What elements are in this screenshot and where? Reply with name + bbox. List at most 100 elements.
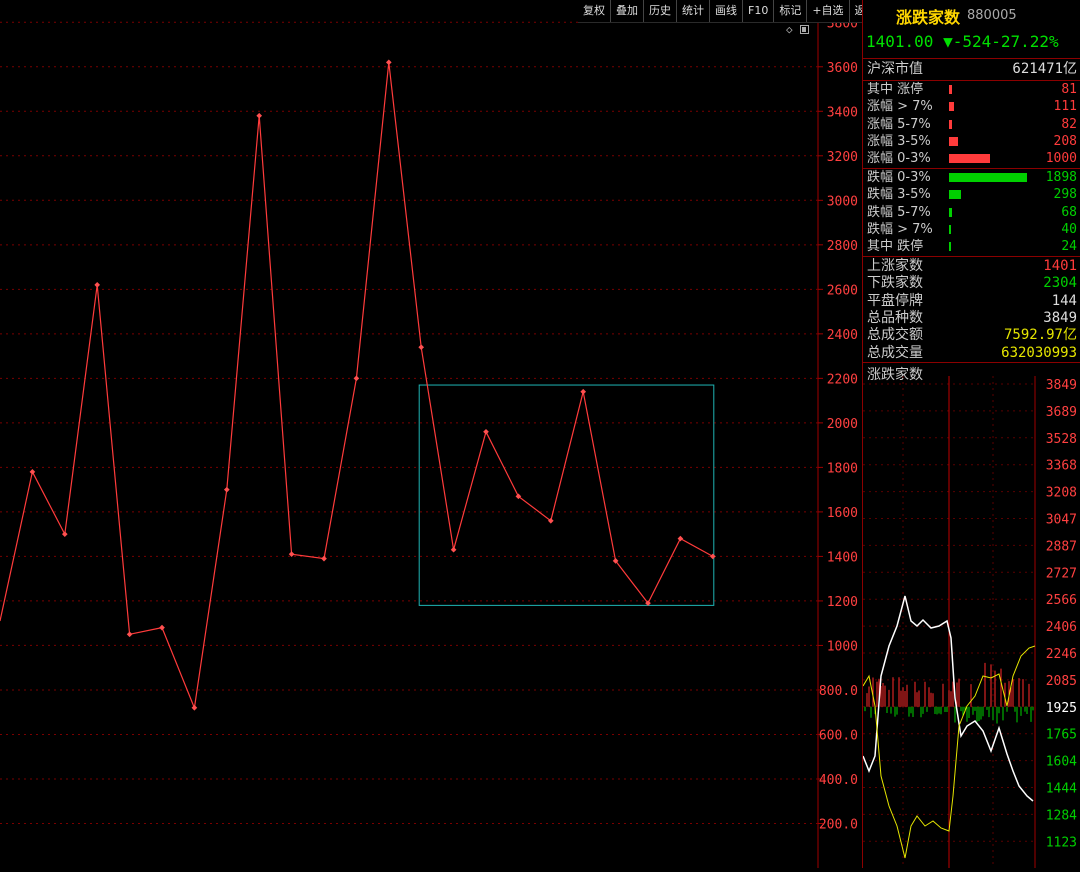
data-point[interactable] <box>677 535 684 542</box>
mini-axis-label: 3208 <box>1046 486 1077 501</box>
toolbar-button-7[interactable]: +自选 <box>806 0 848 22</box>
mini-axis-label: 1284 <box>1046 808 1077 823</box>
down_rows-bar <box>949 173 1027 182</box>
stats-value: 632030993 <box>1001 344 1077 361</box>
up_rows-value: 208 <box>1053 133 1077 149</box>
price-value: 1401.00 <box>866 32 934 51</box>
mini-axis-label: 1123 <box>1046 835 1077 850</box>
main-chart-area[interactable]: 3800 3600 3400 3200 3000 2800 2600 2400 2200 2000… <box>0 0 862 868</box>
mini-axis-label: 1604 <box>1046 755 1077 770</box>
up_rows-bar <box>949 154 990 164</box>
mini-axis-label: 1444 <box>1046 782 1077 797</box>
mini-axis-label: 1925 <box>1046 701 1077 716</box>
down_rows-value: 68 <box>1061 204 1077 220</box>
up_rows-bar <box>949 136 958 146</box>
stats-value: 1401 <box>1043 258 1077 274</box>
diamond-icon[interactable]: ◇ <box>786 23 793 36</box>
up_rows-value: 1000 <box>1045 151 1077 167</box>
data-point[interactable] <box>94 282 101 288</box>
data-point[interactable] <box>483 428 489 435</box>
data-point[interactable] <box>353 375 360 382</box>
stats-label: 总成交量 <box>867 344 923 361</box>
toolbar-button-5[interactable]: F10 <box>742 0 773 22</box>
mini-axis-label: 1765 <box>1046 728 1077 743</box>
down_rows-row: 跌幅 0-3% 1898 <box>863 169 1080 186</box>
mini-axis-label: 2727 <box>1046 566 1077 581</box>
data-point[interactable] <box>385 59 392 66</box>
change-pct-value: -27.22% <box>991 32 1059 51</box>
down_rows-value: 24 <box>1061 239 1077 255</box>
up_rows-row: 涨幅 3-5% 208 <box>863 133 1080 150</box>
data-point[interactable] <box>126 631 133 638</box>
data-point[interactable] <box>450 546 457 553</box>
mini-axis-label: 2085 <box>1046 674 1077 689</box>
up_rows-bar <box>949 102 954 112</box>
toolbar-button-3[interactable]: 统计 <box>676 0 709 22</box>
data-point[interactable] <box>223 486 230 493</box>
y-tick-label: 400.0 <box>819 773 858 788</box>
mini-axis-label: 2406 <box>1046 620 1077 635</box>
down_rows-row: 跌幅 5-7% 68 <box>863 204 1080 221</box>
toolbar-button-2[interactable]: 历史 <box>643 0 676 22</box>
up_rows-row: 涨幅 0-3% 1000 <box>863 150 1080 167</box>
panel-header: 涨跌家数 880005 1401.00 ▼-524-27.22% <box>863 0 1080 58</box>
up_rows-bar <box>949 119 952 129</box>
panel-title: 涨跌家数 <box>896 8 961 27</box>
y-tick-label: 2200 <box>827 372 858 387</box>
mini-axis-label: 3047 <box>1046 513 1077 528</box>
down_rows-row: 跌幅 3-5% 298 <box>863 186 1080 203</box>
y-tick-label: 3000 <box>827 194 858 209</box>
y-tick-label: 2000 <box>827 417 858 432</box>
down_rows-value: 298 <box>1053 187 1077 203</box>
down_rows-row: 其中 跌停 24 <box>863 238 1080 255</box>
data-point[interactable] <box>709 553 716 560</box>
stats-label: 上涨家数 <box>867 258 923 274</box>
down_rows-label: 跌幅 > 7% <box>867 221 933 237</box>
stats-label: 平盘停牌 <box>867 292 923 309</box>
up_rows-label: 涨幅 > 7% <box>867 99 933 115</box>
data-point[interactable] <box>580 388 587 395</box>
stats-value: 2304 <box>1043 275 1077 292</box>
data-point[interactable] <box>61 531 68 537</box>
up_rows-label: 涨幅 3-5% <box>867 133 931 149</box>
mini-breadth-chart[interactable]: 3849 3689 3528 3368 3208 3047 2887 2727 2566 2406… <box>863 376 1080 868</box>
y-tick-label: 800.0 <box>819 684 858 699</box>
stats-row: 总品种数 3849 <box>863 310 1080 327</box>
down_rows-bar <box>949 242 951 252</box>
data-point[interactable] <box>191 704 198 711</box>
price-row: 1401.00 ▼-524-27.22% <box>866 32 1059 51</box>
data-point[interactable] <box>256 112 263 119</box>
panel-code: 880005 <box>967 8 1017 23</box>
mini-axis-label: 2887 <box>1046 539 1077 554</box>
chart-toolbar: 复权叠加历史统计画线F10标记+自选返回 <box>578 0 882 23</box>
down_rows-bar <box>949 224 951 234</box>
down_rows-value: 40 <box>1061 221 1077 237</box>
stats-label: 总品种数 <box>867 309 923 326</box>
y-tick-label: 200.0 <box>819 817 858 832</box>
stats-label: 下跌家数 <box>867 275 923 292</box>
stats-label: 总成交额 <box>867 327 923 344</box>
down_rows-value: 1898 <box>1045 170 1077 185</box>
data-point[interactable] <box>418 344 425 351</box>
stats-row: 上涨家数 1401 <box>863 258 1080 275</box>
data-point[interactable] <box>159 624 165 631</box>
main-line-chart[interactable]: 3800360034003200300028002600240022002000… <box>0 0 862 868</box>
y-tick-label: 3200 <box>827 150 858 165</box>
y-tick-label: 1400 <box>827 550 858 565</box>
toolbar-button-0[interactable]: 复权 <box>578 0 610 22</box>
down-triangle-icon: ▼ <box>943 32 953 51</box>
highlight-box[interactable] <box>418 384 715 606</box>
down_rows-row: 跌幅 > 7% 40 <box>863 221 1080 238</box>
toolbar-button-4[interactable]: 画线 <box>709 0 742 22</box>
y-tick-label: 1000 <box>827 639 858 654</box>
toolbar-button-1[interactable]: 叠加 <box>610 0 643 22</box>
data-point[interactable] <box>29 469 36 475</box>
scroll-square-icon[interactable] <box>800 25 809 34</box>
y-tick-label: 1200 <box>827 595 858 610</box>
up_rows-value: 111 <box>1053 99 1077 115</box>
toolbar-button-6[interactable]: 标记 <box>773 0 806 22</box>
stats-value: 7592.97亿 <box>1003 327 1077 344</box>
up_rows-value: 81 <box>1061 82 1077 97</box>
up_rows-label: 涨幅 5-7% <box>867 116 931 132</box>
stats-row: 总成交额 7592.97亿 <box>863 327 1080 344</box>
